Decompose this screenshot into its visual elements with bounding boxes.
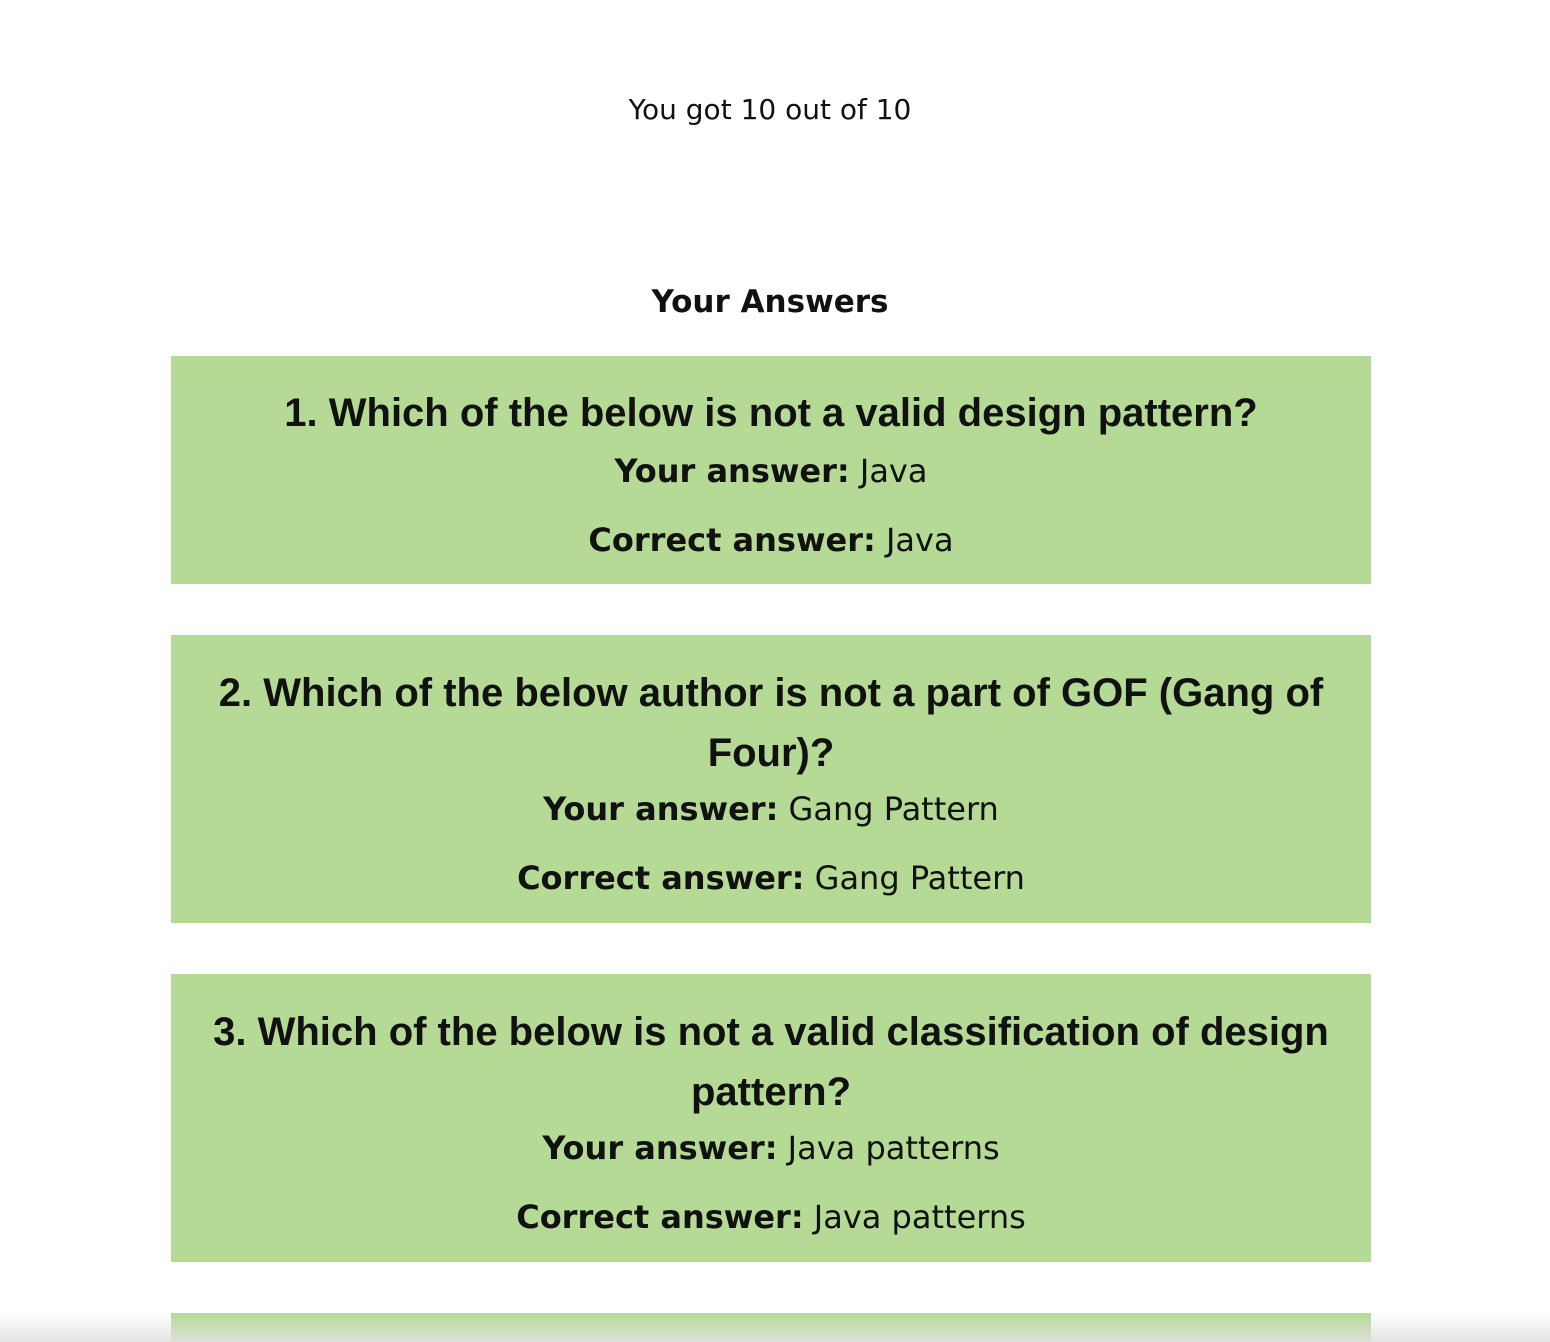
- question-title: 3. Which of the below is not a valid cla…: [213, 1010, 1329, 1114]
- correct-answer-line: Correct answer: Java patterns: [211, 1197, 1331, 1237]
- answer-card: 3. Which of the below is not a valid cla…: [171, 974, 1371, 1262]
- answer-card: 2. Which of the below author is not a pa…: [171, 635, 1371, 923]
- correct-answer-label: Correct answer:: [588, 521, 876, 559]
- your-answer-line: Your answer: Java patterns: [211, 1128, 1331, 1168]
- your-answer-value: Java patterns: [787, 1129, 1000, 1167]
- correct-answer-line: Correct answer: Gang Pattern: [211, 858, 1331, 898]
- question-title: 2. Which of the below author is not a pa…: [218, 671, 1324, 775]
- correct-answer-value: Gang Pattern: [814, 859, 1025, 897]
- quiz-results-page: You got 10 out of 10 Your Answers 1. Whi…: [0, 0, 1550, 1342]
- correct-answer-label: Correct answer:: [516, 1198, 804, 1236]
- correct-answer-value: Java patterns: [813, 1198, 1026, 1236]
- correct-answer-value: Java: [885, 521, 954, 559]
- your-answer-label: Your answer:: [542, 1129, 778, 1167]
- your-answer-label: Your answer:: [614, 452, 850, 490]
- your-answer-value: Java: [859, 452, 928, 490]
- your-answer-value: Gang Pattern: [788, 790, 999, 828]
- score-summary: You got 10 out of 10: [628, 93, 912, 126]
- correct-answer-label: Correct answer:: [517, 859, 805, 897]
- answer-card: 1. Which of the below is not a valid des…: [171, 356, 1371, 584]
- your-answer-line: Your answer: Gang Pattern: [211, 789, 1331, 829]
- question-title: 1. Which of the below is not a valid des…: [284, 391, 1258, 435]
- correct-answer-line: Correct answer: Java: [211, 520, 1331, 560]
- your-answer-label: Your answer:: [543, 790, 779, 828]
- answer-card: [171, 1313, 1371, 1342]
- answers-heading: Your Answers: [651, 284, 889, 320]
- your-answer-line: Your answer: Java: [211, 451, 1331, 491]
